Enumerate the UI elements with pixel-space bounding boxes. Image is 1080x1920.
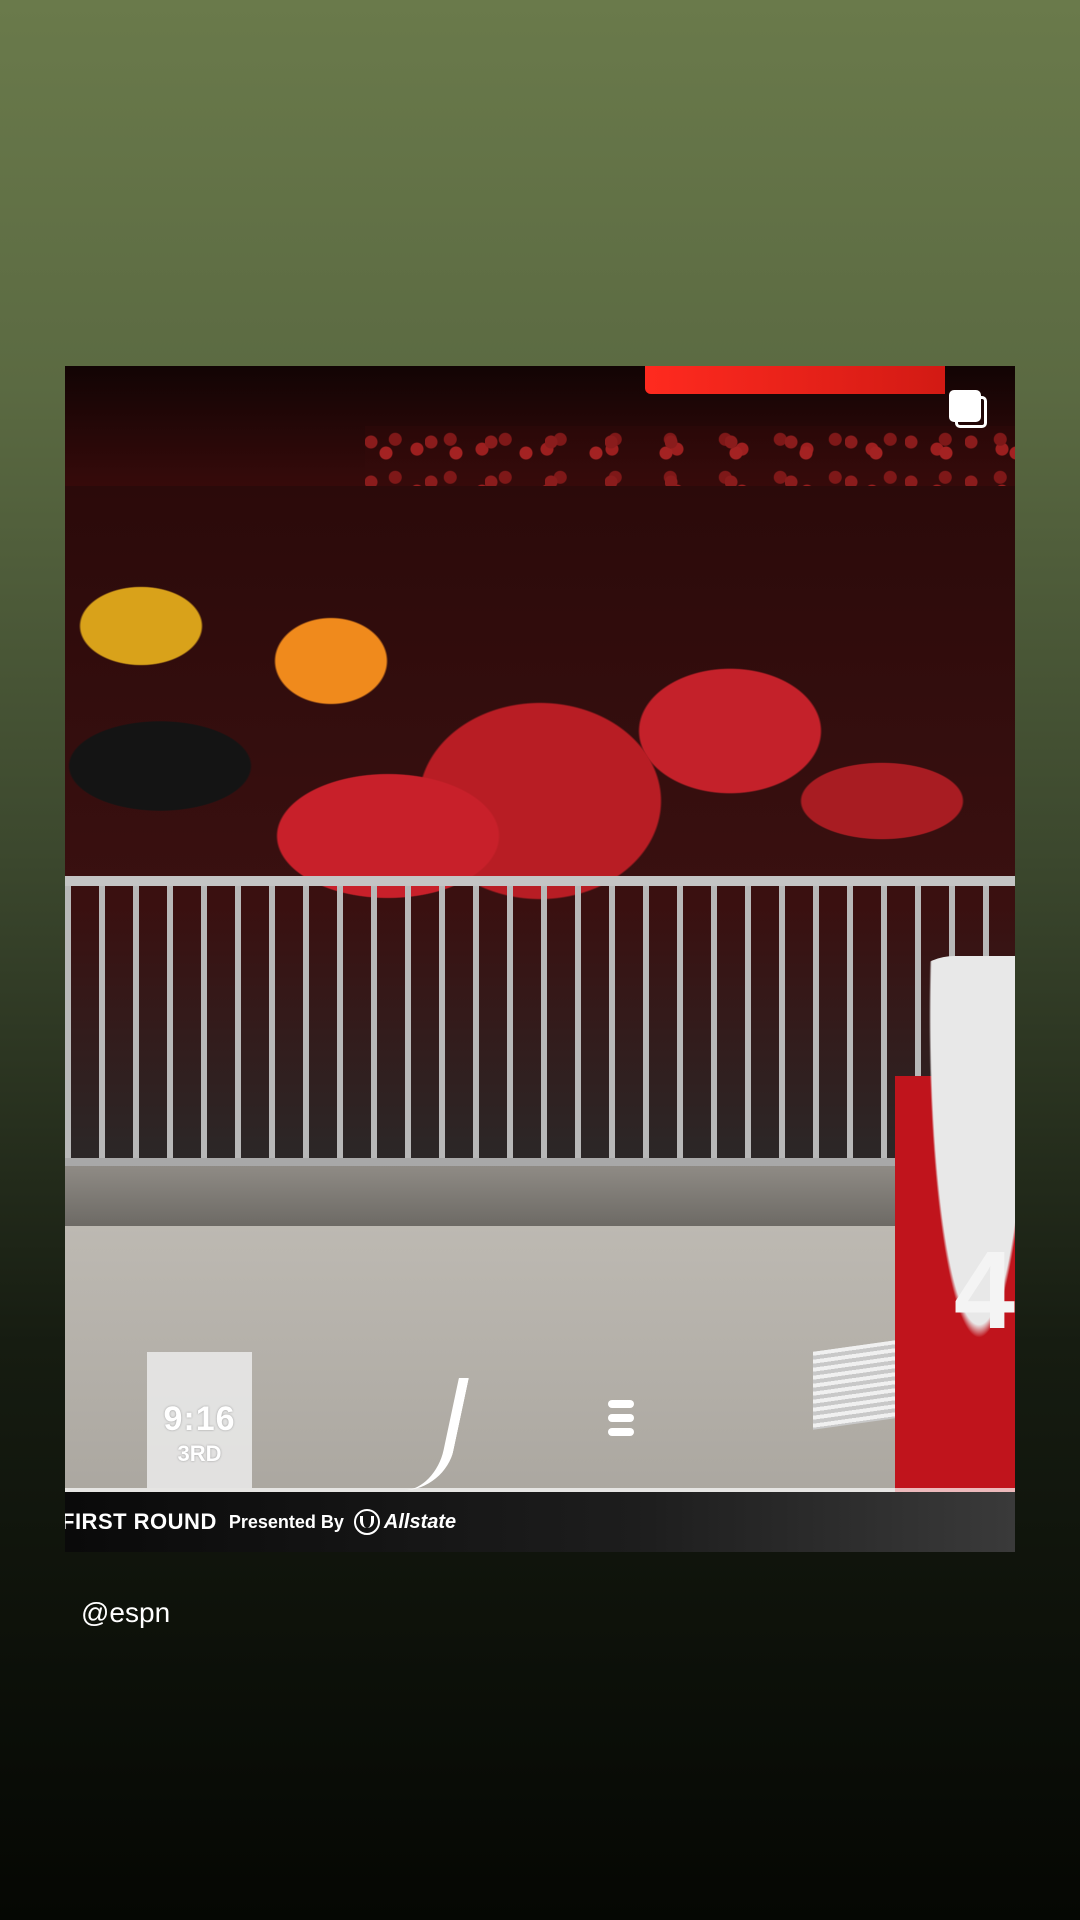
score-bug-divider (405, 1378, 469, 1490)
front-railing (65, 876, 1015, 1166)
clock-time: 9:16 (163, 1400, 236, 1438)
presented-by-label: Presented By (228, 1511, 344, 1532)
clock-period: 3RD (177, 1441, 222, 1466)
multiple-media-icon (949, 390, 989, 430)
allstate-hands-icon (353, 1509, 380, 1535)
round-label: FIRST ROUND (65, 1509, 217, 1534)
score-bug-banner: FIRST ROUND Presented By Allstate (65, 1492, 1015, 1552)
sponsor-name: Allstate (383, 1510, 457, 1533)
jersey-number: 4 (953, 1229, 1015, 1352)
scoreboard-light (645, 366, 945, 394)
broadcast-score-bug: 9:16 3RD FIRST ROUND Presented By Allsta… (65, 1352, 1015, 1552)
game-clock: 9:16 3RD (147, 1352, 252, 1488)
score-bug-marks (608, 1400, 638, 1442)
stand-ledge (65, 1166, 1015, 1226)
story-media-card[interactable]: 4 9:16 3RD FIRST ROUND Presented By Alls… (65, 366, 1015, 1552)
account-handle[interactable]: @espn (81, 1597, 170, 1629)
